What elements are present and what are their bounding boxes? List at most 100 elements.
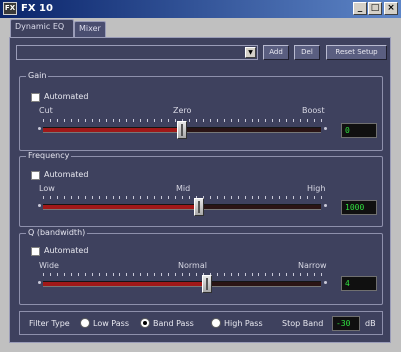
slider-endcap [38,127,41,130]
frequency-slider-thumb[interactable] [193,198,204,216]
tick-mark [286,196,287,199]
tick-mark [99,273,100,276]
chevron-down-icon[interactable]: ▼ [245,47,256,58]
tick-mark [286,273,287,276]
tick-mark [126,196,127,199]
band-pass-label[interactable]: Band Pass [153,319,194,329]
q-slider-thumb[interactable] [202,275,213,293]
tick-mark [231,273,232,276]
tick-mark [238,196,239,199]
gain-slider-thumb[interactable] [177,121,187,139]
frequency-center-label: Mid [176,184,191,193]
q-legend: Q (bandwidth) [26,228,88,238]
tick-mark [106,196,107,199]
tick-mark [196,273,197,276]
tick-mark [64,273,65,276]
frequency-slider-track[interactable] [43,204,321,210]
tick-mark [106,273,107,276]
tick-mark [196,119,197,122]
tick-mark [265,119,266,122]
maximize-button[interactable]: □ [368,2,382,15]
q-automated-label: Automated [44,246,89,255]
tick-mark [231,196,232,199]
tick-mark [119,273,120,276]
tick-mark [57,273,58,276]
tick-mark [43,119,44,122]
tick-mark [279,196,280,199]
tick-mark [85,119,86,122]
gain-value-display[interactable]: 0 [341,123,377,138]
filter-type-label: Filter Type [29,319,70,328]
tab-label: Mixer [79,24,101,33]
tick-mark [126,119,127,122]
preset-dropdown[interactable]: ▼ [16,45,258,60]
gain-group: Gain Automated Cut Zero Boost 0 [19,71,383,151]
close-button[interactable]: × [384,2,398,15]
tick-mark [119,196,120,199]
low-pass-radio[interactable] [80,318,90,328]
add-button[interactable]: Add [263,45,289,60]
q-value-display[interactable]: 4 [341,276,377,291]
minimize-button[interactable]: _ [353,2,367,15]
tick-mark [224,273,225,276]
reset-setup-button[interactable]: Reset Setup [326,45,387,60]
tab-dynamic-eq[interactable]: Dynamic EQ [10,19,74,37]
frequency-automated-label: Automated [44,170,89,179]
tick-mark [92,196,93,199]
frequency-slider-fill [43,205,199,209]
tick-mark [50,273,51,276]
tick-mark [272,273,273,276]
tick-mark [189,273,190,276]
gain-left-label: Cut [39,106,53,115]
tick-mark [182,273,183,276]
tick-mark [321,196,322,199]
tick-mark [133,273,134,276]
slider-endcap [324,204,327,207]
tick-mark [300,119,301,122]
tick-mark [252,119,253,122]
tick-mark [307,273,308,276]
tick-mark [175,196,176,199]
tick-mark [189,196,190,199]
tick-mark [314,196,315,199]
tick-mark [50,196,51,199]
tick-mark [43,273,44,276]
tick-mark [217,196,218,199]
q-automated-checkbox[interactable] [31,247,40,256]
tick-mark [258,119,259,122]
tick-mark [161,273,162,276]
tick-mark [92,273,93,276]
q-left-label: Wide [39,261,59,270]
tick-mark [293,119,294,122]
tick-mark [252,196,253,199]
tick-mark [279,119,280,122]
high-pass-radio[interactable] [211,318,221,328]
tick-mark [286,119,287,122]
frequency-value-display[interactable]: 1000 [341,200,377,215]
tick-mark [245,119,246,122]
tick-mark [168,273,169,276]
delete-button[interactable]: Del [294,45,320,60]
band-pass-radio[interactable] [140,318,150,328]
gain-automated-checkbox[interactable] [31,93,40,102]
tick-mark [154,273,155,276]
tick-mark [140,273,141,276]
q-slider-track[interactable] [43,281,321,287]
app-icon[interactable]: FX [3,2,17,15]
tick-mark [265,196,266,199]
low-pass-label[interactable]: Low Pass [93,319,129,329]
tab-mixer[interactable]: Mixer [74,21,106,37]
tick-mark [258,196,259,199]
gain-legend: Gain [26,71,49,81]
title-bar[interactable]: FX FX 10 _ □ × [0,0,401,18]
frequency-automated-checkbox[interactable] [31,171,40,180]
q-ticks [43,273,322,277]
high-pass-label[interactable]: High Pass [224,319,263,329]
tick-mark [217,273,218,276]
gain-right-label: Boost [302,106,325,115]
stop-band-input[interactable]: -30 [332,316,360,331]
tick-mark [189,119,190,122]
tick-mark [182,196,183,199]
q-center-label: Normal [178,261,207,270]
tick-mark [175,119,176,122]
